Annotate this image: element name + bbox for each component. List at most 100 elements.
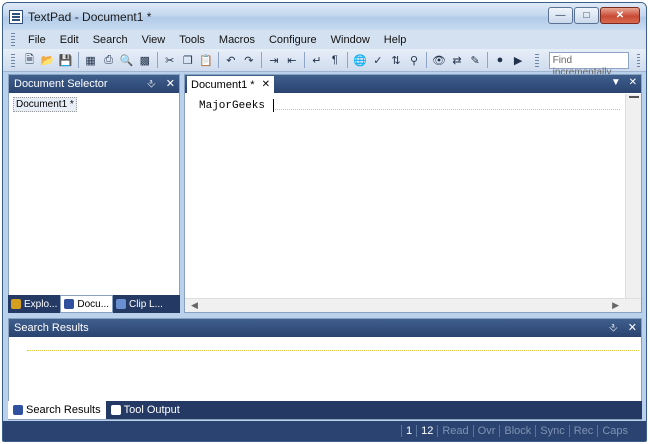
split-handle-icon[interactable] [629, 96, 639, 99]
pin-icon[interactable]: ⎀ [147, 78, 156, 90]
document-selector-panel: Document Selector ⎀ ✕ Document1 * [8, 74, 180, 313]
tab-close-icon[interactable]: ✕ [262, 79, 270, 90]
panel-close-icon[interactable]: ✕ [628, 322, 637, 334]
find-in-files-icon[interactable]: ⚲ [407, 52, 421, 68]
open-file-icon[interactable]: 📂 [41, 52, 55, 68]
menu-edit[interactable]: Edit [53, 34, 86, 46]
current-line-indicator [275, 109, 620, 110]
toolbar-separator [426, 52, 427, 68]
menu-macros[interactable]: Macros [212, 34, 262, 46]
status-block[interactable]: Block [499, 425, 535, 437]
textpad-window: TextPad - Document1 * — □ ✕ File Edit Se… [2, 2, 647, 442]
tab-tool-output-label: Tool Output [123, 404, 180, 416]
print-preview-icon[interactable]: 🔍 [120, 52, 134, 68]
toolbar-separator [303, 52, 305, 68]
tab-list-dropdown-icon[interactable]: ▼ [611, 77, 621, 88]
tab-explorer[interactable]: Explo... [8, 295, 60, 313]
menu-window[interactable]: Window [324, 34, 377, 46]
tab-documents[interactable]: Docu... [60, 295, 114, 313]
save-icon[interactable]: 💾 [59, 52, 73, 68]
menubar-grip-icon[interactable] [11, 33, 15, 46]
toolbar-separator [156, 52, 158, 68]
maximize-button[interactable]: □ [574, 7, 599, 24]
editor-text-area[interactable]: MajorGeeks [185, 94, 625, 299]
replace-icon[interactable]: ⇄ [450, 52, 464, 68]
document-entry[interactable]: Document1 * [13, 97, 77, 112]
tab-documents-label: Docu... [77, 298, 110, 310]
status-sync[interactable]: Sync [535, 425, 568, 437]
menu-view[interactable]: View [135, 34, 173, 46]
word-wrap-icon[interactable]: ↵ [310, 52, 324, 68]
menu-file[interactable]: File [21, 34, 53, 46]
menu-tools[interactable]: Tools [172, 34, 212, 46]
copy-icon[interactable]: ❐ [181, 52, 195, 68]
web-browser-icon[interactable]: 🌐 [353, 52, 367, 68]
vertical-scrollbar[interactable] [625, 94, 641, 299]
toolbar-separator [77, 52, 79, 68]
status-read[interactable]: Read [437, 425, 472, 437]
redo-icon[interactable]: ↷ [242, 52, 256, 68]
toolbar: 🗎 📂 💾 ▦ ⎙ 🔍 ▩ ✂ ❐ 📋 ↶ ↷ ⇥ ⇤ ↵ ¶ 🌐 ✓ ⇅ ⚲ … [3, 49, 646, 78]
tab-clip-library-label: Clip L... [129, 298, 163, 310]
menu-search[interactable]: Search [86, 34, 135, 46]
toolbar-grip-icon[interactable] [11, 53, 15, 67]
undo-icon[interactable]: ↶ [224, 52, 238, 68]
search-results-header: Search Results ⎀ ✕ [9, 319, 641, 337]
title-bar: TextPad - Document1 * — □ ✕ [3, 3, 646, 30]
documents-icon [64, 299, 75, 309]
tab-document1[interactable]: Document1 * ✕ [187, 76, 274, 93]
pin-icon[interactable]: ⎀ [609, 322, 618, 334]
toolbar-end-grip-icon[interactable] [636, 53, 641, 67]
properties-icon[interactable]: ▩ [138, 52, 152, 68]
status-caps: Caps [597, 425, 632, 437]
tab-explorer-label: Explo... [24, 298, 58, 310]
find-icon[interactable]: 👁 [432, 52, 446, 68]
horizontal-scrollbar[interactable]: ◀ ▶ [185, 298, 641, 312]
clip-library-icon [116, 299, 127, 309]
editor-line-text: MajorGeeks [199, 100, 266, 112]
left-panel-tabs: Explo... Docu... Clip L... [8, 295, 180, 313]
explorer-icon [11, 299, 21, 309]
minimize-button[interactable]: — [548, 7, 573, 24]
document-list: Document1 * [13, 97, 77, 112]
maximize-icon: □ [583, 10, 590, 21]
tab-tool-output[interactable]: Tool Output [106, 401, 185, 419]
minimize-icon: — [555, 10, 566, 21]
panel-close-icon[interactable]: ✕ [166, 78, 175, 90]
visible-spaces-icon[interactable]: ¶ [328, 52, 342, 68]
tab-search-results[interactable]: Search Results [8, 401, 106, 419]
save-all-icon[interactable]: ▦ [84, 52, 98, 68]
textpad-app-icon[interactable] [9, 10, 23, 24]
clip-library-toolbar-icon[interactable]: ✎ [468, 52, 482, 68]
results-line-indicator [27, 350, 639, 351]
close-button[interactable]: ✕ [600, 7, 640, 24]
menu-bar: File Edit Search View Tools Macros Confi… [3, 30, 646, 49]
search-results-icon [13, 405, 23, 415]
menu-help[interactable]: Help [377, 34, 414, 46]
find-grip-icon[interactable] [535, 53, 539, 67]
editor-tab-bar: Document1 * ✕ ▼ ✕ [185, 75, 641, 93]
editor-close-icon[interactable]: ✕ [629, 77, 637, 88]
tab-clip-library[interactable]: Clip L... [113, 295, 166, 313]
scroll-left-icon[interactable]: ◀ [191, 300, 198, 311]
status-bar: 1 12 Read Ovr Block Sync Rec Caps [3, 421, 646, 441]
indent-icon[interactable]: ⇥ [267, 52, 281, 68]
cut-icon[interactable]: ✂ [163, 52, 177, 68]
spelling-icon[interactable]: ✓ [371, 52, 385, 68]
status-line-number: 1 [400, 425, 416, 437]
outdent-icon[interactable]: ⇤ [285, 52, 299, 68]
sort-icon[interactable]: ⇅ [389, 52, 403, 68]
editor-panel: Document1 * ✕ ▼ ✕ MajorGeeks ◀ ▶ [184, 74, 642, 313]
paste-icon[interactable]: 📋 [199, 52, 213, 68]
search-results-title: Search Results [14, 322, 89, 334]
status-overwrite[interactable]: Ovr [472, 425, 500, 437]
play-macro-icon[interactable]: ▶ [511, 52, 525, 68]
scroll-right-icon[interactable]: ▶ [612, 300, 619, 311]
record-macro-icon[interactable]: ● [493, 52, 507, 68]
document-selector-header: Document Selector ⎀ ✕ [9, 75, 179, 93]
menu-configure[interactable]: Configure [262, 34, 324, 46]
new-file-icon[interactable]: 🗎 [23, 52, 37, 68]
status-record[interactable]: Rec [568, 425, 598, 437]
find-incrementally-input[interactable]: Find incrementally [548, 51, 629, 78]
print-icon[interactable]: ⎙ [102, 52, 116, 68]
